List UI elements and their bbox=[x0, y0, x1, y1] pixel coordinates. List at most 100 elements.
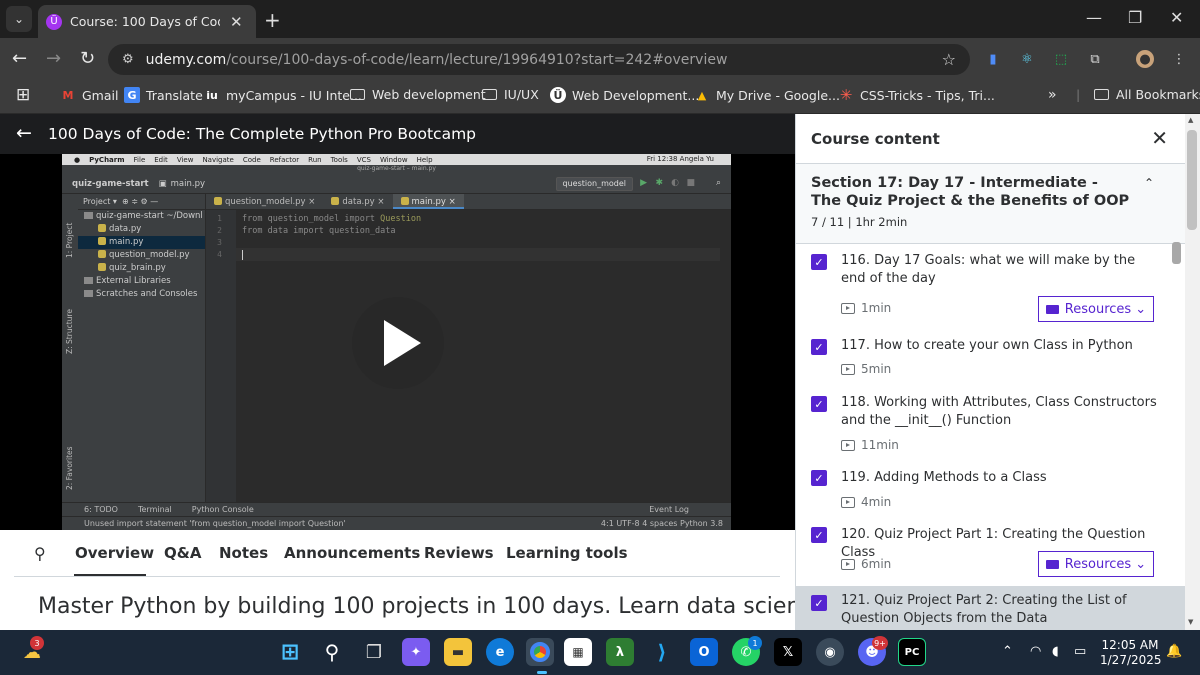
chrome-icon[interactable] bbox=[526, 638, 554, 666]
new-tab-button[interactable]: + bbox=[264, 8, 281, 32]
x-twitter-icon[interactable]: 𝕏 bbox=[774, 638, 802, 666]
tab-reviews[interactable]: Reviews bbox=[424, 544, 494, 562]
bookmark-web-development[interactable]: Ü Web Development... bbox=[550, 87, 699, 103]
close-tab-icon[interactable]: ✕ bbox=[230, 13, 243, 31]
outlook-icon[interactable]: O bbox=[690, 638, 718, 666]
bookmark-folder-webdev[interactable]: Web development bbox=[350, 87, 486, 102]
search-icon[interactable]: ⚲ bbox=[34, 544, 46, 563]
checkbox-checked[interactable]: ✓ bbox=[811, 254, 827, 270]
url-text[interactable]: udemy.com/course/100-days-of-code/learn/… bbox=[146, 52, 728, 68]
play-button[interactable] bbox=[352, 297, 444, 389]
bookmark-mycampus[interactable]: iu myCampus - IU Inte... bbox=[204, 87, 362, 103]
lecture-item[interactable]: ✓ 120. Quiz Project Part 1: Creating the… bbox=[796, 518, 1185, 586]
extension-icon[interactable]: ▮ bbox=[984, 50, 1002, 68]
checkbox-checked[interactable]: ✓ bbox=[811, 595, 827, 611]
video-icon bbox=[841, 439, 855, 451]
site-info-icon[interactable]: ⚙ bbox=[122, 52, 134, 67]
tab-notes[interactable]: Notes bbox=[219, 544, 268, 562]
tab-qa[interactable]: Q&A bbox=[164, 544, 201, 562]
video-player[interactable]: ● PyCharm File Edit View Navigate Code R… bbox=[0, 154, 795, 530]
udemy-icon: Ü bbox=[550, 87, 566, 103]
file-explorer-icon[interactable]: ▬ bbox=[444, 638, 472, 666]
scrollbar-thumb[interactable] bbox=[1187, 130, 1197, 230]
profile-avatar[interactable]: ● bbox=[1136, 50, 1154, 68]
chevron-up-icon[interactable]: ⌃ bbox=[1144, 176, 1154, 190]
lecture-duration: 11min bbox=[841, 438, 899, 452]
system-clock[interactable]: 12:05 AM 1/27/2025 bbox=[1100, 638, 1162, 668]
close-window-icon[interactable]: ✕ bbox=[1170, 8, 1183, 27]
lecture-item[interactable]: ✓ 116. Day 17 Goals: what we will make b… bbox=[796, 244, 1185, 329]
puzzle-extensions-icon[interactable]: ⧉ bbox=[1086, 50, 1104, 68]
browser-tab-active[interactable]: Ü Course: 100 Days of Code: The Complete… bbox=[38, 5, 256, 38]
section-header[interactable]: Section 17: Day 17 - Intermediate - The … bbox=[796, 164, 1185, 244]
menu-kebab-icon[interactable]: ⋮ bbox=[1170, 50, 1188, 68]
resources-button[interactable]: Resources ⌄ bbox=[1038, 551, 1154, 577]
coverage-icon: ◐ bbox=[671, 178, 679, 188]
search-icon[interactable]: ⚲ bbox=[318, 638, 346, 666]
whatsapp-badge: 1 bbox=[748, 636, 762, 650]
checkbox-checked[interactable]: ✓ bbox=[811, 396, 827, 412]
lecture-tabs: ⚲ Overview Q&A Notes Announcements Revie… bbox=[0, 530, 795, 577]
reload-icon[interactable]: ↻ bbox=[80, 48, 95, 69]
scroll-up-icon[interactable]: ▲ bbox=[1188, 116, 1193, 124]
tab-search-button[interactable]: ⌄ bbox=[6, 6, 32, 32]
scroll-down-icon[interactable]: ▼ bbox=[1188, 618, 1193, 626]
bookmark-my-drive[interactable]: ▲ My Drive - Google... bbox=[694, 87, 840, 103]
tab-learning-tools[interactable]: Learning tools bbox=[506, 544, 628, 562]
lecture-item[interactable]: ✓ 119. Adding Methods to a Class 4min bbox=[796, 461, 1185, 518]
forward-arrow-icon[interactable]: → bbox=[46, 48, 61, 69]
folder-icon bbox=[1045, 559, 1059, 569]
chrome-profile-icon[interactable]: ◉ bbox=[816, 638, 844, 666]
react-devtools-icon[interactable]: ⚛ bbox=[1018, 50, 1036, 68]
microsoft-store-icon[interactable]: ▦ bbox=[564, 638, 592, 666]
checkbox-checked[interactable]: ✓ bbox=[811, 470, 827, 486]
screenshot-extension-icon[interactable]: ⬚ bbox=[1052, 50, 1070, 68]
battery-icon[interactable]: ▭ bbox=[1074, 644, 1086, 659]
bookmark-translate[interactable]: G Translate bbox=[124, 87, 203, 103]
iu-icon: iu bbox=[206, 88, 218, 102]
bookmark-folder-iuux[interactable]: IU/UX bbox=[482, 87, 539, 102]
vscode-icon[interactable]: ⟩ bbox=[648, 638, 676, 666]
bookmark-star-icon[interactable]: ☆ bbox=[942, 50, 956, 69]
course-description: Master Python by building 100 projects i… bbox=[38, 594, 834, 619]
more-bookmarks-icon[interactable]: » bbox=[1048, 87, 1057, 103]
tab-overview[interactable]: Overview bbox=[75, 544, 154, 562]
close-icon[interactable]: ✕ bbox=[1151, 126, 1168, 150]
bookmark-css-tricks[interactable]: ✳ CSS-Tricks - Tips, Tri... bbox=[838, 86, 995, 104]
bookmark-gmail[interactable]: M Gmail bbox=[60, 87, 119, 103]
course-title[interactable]: 100 Days of Code: The Complete Python Pr… bbox=[48, 125, 476, 143]
terminal-app-icon[interactable]: λ bbox=[606, 638, 634, 666]
windows-start-icon[interactable]: ⊞ bbox=[276, 638, 304, 666]
minimize-icon[interactable]: — bbox=[1086, 8, 1102, 27]
volume-icon[interactable]: ◖ bbox=[1052, 644, 1059, 659]
wifi-icon[interactable]: ◠ bbox=[1030, 644, 1041, 659]
page-scrollbar[interactable]: ▲ ▼ bbox=[1185, 114, 1200, 630]
lecture-item[interactable]: ✓ 117. How to create your own Class in P… bbox=[796, 329, 1185, 386]
apple-icon: ● bbox=[74, 155, 81, 164]
run-config-select: question_model bbox=[555, 177, 633, 191]
task-view-icon[interactable]: ❐ bbox=[360, 638, 388, 666]
resources-button[interactable]: Resources ⌄ bbox=[1038, 296, 1154, 322]
tray-overflow-icon[interactable]: ⌃ bbox=[1002, 644, 1013, 659]
tab-announcements[interactable]: Announcements bbox=[284, 544, 420, 562]
sidebar-inner-scrollbar[interactable] bbox=[1172, 242, 1181, 264]
ide-statusbar: Unused import statement 'from question_m… bbox=[62, 516, 731, 530]
notification-bell-icon[interactable]: 🔔 bbox=[1166, 644, 1182, 659]
line-gutter: 1 2 3 4 bbox=[206, 210, 236, 502]
apps-grid-icon[interactable]: ⊞ bbox=[16, 85, 30, 105]
lecture-item-current[interactable]: ✓ 121. Quiz Project Part 2: Creating the… bbox=[796, 586, 1185, 630]
checkbox-checked[interactable]: ✓ bbox=[811, 527, 827, 543]
back-arrow-icon[interactable]: ← bbox=[12, 48, 27, 69]
omnibox[interactable]: ⚙ udemy.com/course/100-days-of-code/lear… bbox=[108, 44, 970, 75]
project-tree-item: Scratches and Consoles bbox=[78, 288, 205, 301]
pycharm-icon[interactable]: PC bbox=[898, 638, 926, 666]
bookmarks-separator: | bbox=[1076, 87, 1081, 102]
checkbox-checked[interactable]: ✓ bbox=[811, 339, 827, 355]
copilot-icon[interactable]: ✦ bbox=[402, 638, 430, 666]
project-tree-item: data.py bbox=[78, 223, 205, 236]
back-to-course-icon[interactable]: ← bbox=[16, 122, 32, 144]
all-bookmarks-button[interactable]: All Bookmarks bbox=[1094, 87, 1200, 102]
restore-icon[interactable]: ❐ bbox=[1128, 8, 1142, 27]
edge-icon[interactable]: e bbox=[486, 638, 514, 666]
lecture-item[interactable]: ✓ 118. Working with Attributes, Class Co… bbox=[796, 386, 1185, 461]
